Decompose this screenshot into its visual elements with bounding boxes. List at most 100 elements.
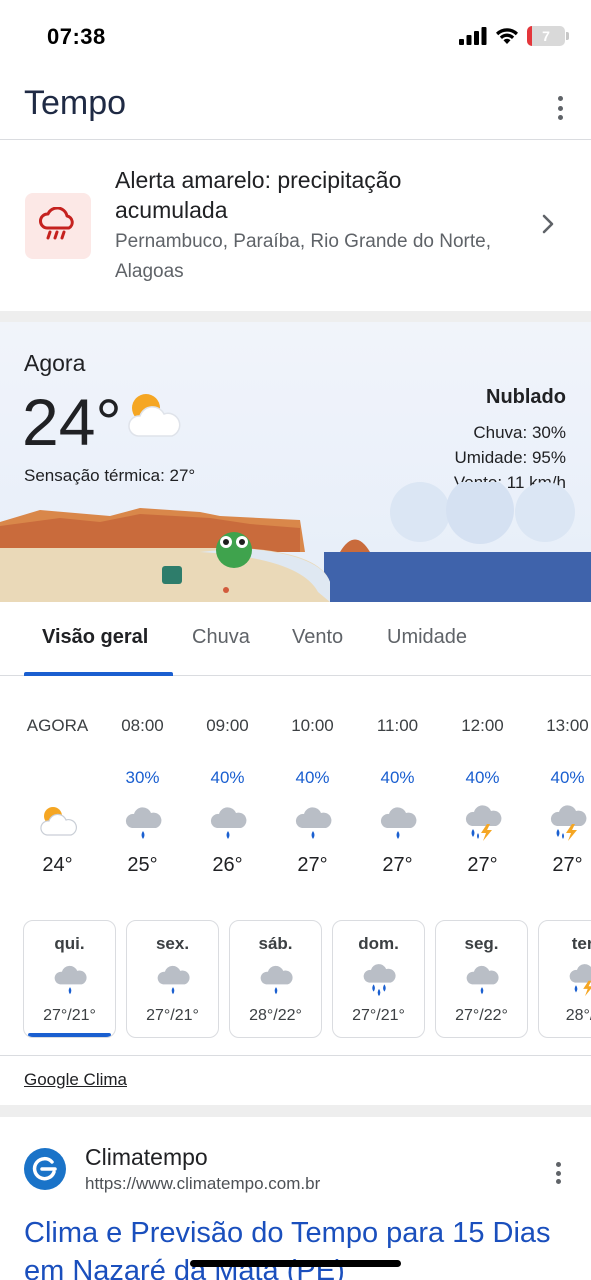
logo-mark xyxy=(32,1156,57,1181)
day-card[interactable]: seg. 27°/22° xyxy=(435,920,528,1038)
partly-cloudy-icon xyxy=(128,394,181,437)
day-temps: 27°/21° xyxy=(146,1007,199,1024)
more-vert-icon[interactable] xyxy=(555,1162,561,1184)
rain-icon xyxy=(260,965,293,995)
hour-temp: 27° xyxy=(467,854,498,876)
selected-day-indicator xyxy=(28,1033,111,1037)
hour-precip: 30% xyxy=(125,768,160,787)
hour-item[interactable]: 13:00 40% 27° xyxy=(525,676,591,906)
hour-time: 12:00 xyxy=(461,716,504,735)
hour-temp: 25° xyxy=(127,854,158,876)
hour-item[interactable]: 09:00 40% 26° xyxy=(185,676,270,906)
hour-precip: 40% xyxy=(210,768,245,787)
hourly-forecast: AGORA 24° 08:00 30% 25° 09:00 40% 26° 10… xyxy=(0,676,591,906)
tab-rain[interactable]: Chuva xyxy=(192,626,250,649)
climatempo-logo-icon xyxy=(24,1148,66,1190)
hour-temp: 27° xyxy=(552,854,583,876)
battery-level: 7 xyxy=(542,28,550,44)
day-temps: 28°/2 xyxy=(565,1007,591,1024)
hour-item[interactable]: 10:00 40% 27° xyxy=(270,676,355,906)
signal-icon xyxy=(459,27,487,45)
hour-time: 09:00 xyxy=(206,716,249,735)
result-title-link[interactable]: Clima e Previsão do Tempo para 15 Dias e… xyxy=(24,1214,584,1280)
hour-precip: 40% xyxy=(295,768,330,787)
thunderstorm-icon xyxy=(465,805,501,841)
current-temperature: 24° xyxy=(22,385,122,459)
hour-item[interactable]: 08:00 30% 25° xyxy=(100,676,185,906)
hour-precip: 40% xyxy=(550,768,585,787)
rain-icon xyxy=(210,807,246,839)
day-name: qui. xyxy=(54,934,85,953)
day-temps: 27°/21° xyxy=(352,1007,405,1024)
hour-temp: 24° xyxy=(42,854,73,876)
tab-overview[interactable]: Visão geral xyxy=(42,626,148,649)
condition: Nublado xyxy=(486,386,566,408)
day-temps: 28°/22° xyxy=(249,1007,302,1024)
rain-icon xyxy=(380,807,416,839)
day-card[interactable]: sex. 27°/21° xyxy=(126,920,219,1038)
page-title: Tempo xyxy=(24,84,127,122)
alert-title: Alerta amarelo: precipitação acumulada xyxy=(115,167,402,223)
google-clima-link[interactable]: Google Clima xyxy=(24,1070,127,1090)
result-url[interactable]: https://www.climatempo.com.br xyxy=(85,1174,320,1194)
section-divider xyxy=(0,1105,591,1117)
day-name: sex. xyxy=(155,934,190,953)
status-time: 07:38 xyxy=(47,24,106,49)
hour-time: 11:00 xyxy=(376,716,419,735)
thunderstorm-icon xyxy=(550,805,586,841)
rain-icon xyxy=(54,965,87,995)
day-name: sáb. xyxy=(258,934,293,953)
day-card[interactable]: qui. 27°/21° xyxy=(23,920,116,1038)
rain-chance: Chuva: 30% xyxy=(473,423,566,442)
current-weather: Agora 24° Sensação térmica: 27° Nublado … xyxy=(0,322,591,602)
app-header: Tempo xyxy=(0,70,591,140)
hour-item[interactable]: 12:00 40% 27° xyxy=(440,676,525,906)
hour-temp: 26° xyxy=(212,854,243,876)
partly-cloudy-icon xyxy=(39,807,77,836)
rain-cloud-icon xyxy=(39,207,74,240)
chevron-right-icon[interactable] xyxy=(541,213,555,235)
search-result: Climatempo https://www.climatempo.com.br… xyxy=(0,1118,591,1280)
hour-time: AGORA xyxy=(26,716,89,735)
hour-item[interactable]: AGORA 24° xyxy=(15,676,100,906)
beach-scene-illustration xyxy=(0,482,591,602)
hour-time: 13:00 xyxy=(546,716,589,735)
day-card[interactable]: dom. 27°/21° xyxy=(332,920,425,1038)
day-card[interactable]: sáb. 28°/22° xyxy=(229,920,322,1038)
day-temps: 27°/21° xyxy=(43,1007,96,1024)
now-label: Agora xyxy=(24,350,86,376)
day-card[interactable]: ter. 28°/2 xyxy=(538,920,591,1038)
day-name: seg. xyxy=(464,934,499,953)
rain-icon xyxy=(125,807,161,839)
hour-precip: 40% xyxy=(380,768,415,787)
day-temps: 27°/22° xyxy=(455,1007,508,1024)
result-site-name[interactable]: Climatempo xyxy=(85,1144,208,1171)
battery-icon: 7 xyxy=(527,26,569,46)
hour-item[interactable]: 11:00 40% 27° xyxy=(355,676,440,906)
tab-wind[interactable]: Vento xyxy=(292,626,343,649)
status-icons: 7 xyxy=(459,26,569,46)
status-bar: 07:38 7 xyxy=(0,0,591,70)
weather-alert[interactable]: Alerta amarelo: precipitação acumulada P… xyxy=(0,141,591,311)
hour-temp: 27° xyxy=(382,854,413,876)
rain-icon xyxy=(157,965,190,995)
day-name: ter. xyxy=(571,934,591,953)
rain-icon xyxy=(295,807,331,839)
more-vert-icon[interactable] xyxy=(555,96,565,120)
tab-humidity[interactable]: Umidade xyxy=(387,626,467,649)
rain-icon xyxy=(466,965,499,995)
weather-tabs: Visão geral Chuva Vento Umidade xyxy=(0,602,591,676)
divider xyxy=(0,1055,591,1056)
daily-forecast: qui. 27°/21° sex. 27°/21° sáb. 28°/22° d… xyxy=(0,920,591,1040)
hour-time: 08:00 xyxy=(121,716,164,735)
alert-regions: Pernambuco, Paraíba, Rio Grande do Norte… xyxy=(115,231,491,282)
hour-time: 10:00 xyxy=(291,716,334,735)
wifi-icon xyxy=(496,28,518,44)
heavy-rain-icon xyxy=(363,964,396,997)
hour-precip: 40% xyxy=(465,768,500,787)
alert-icon-box xyxy=(25,193,91,259)
humidity: Umidade: 95% xyxy=(454,448,566,467)
day-name: dom. xyxy=(358,934,399,953)
home-indicator[interactable] xyxy=(190,1260,401,1267)
thunderstorm-icon xyxy=(569,964,591,997)
